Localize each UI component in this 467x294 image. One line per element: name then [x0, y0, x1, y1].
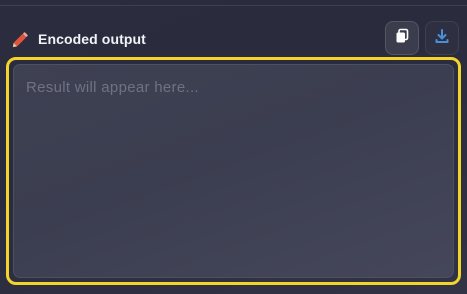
download-button[interactable]	[425, 21, 459, 55]
section-header: Encoded output	[11, 26, 146, 52]
copy-icon	[394, 28, 410, 49]
pencil-icon	[11, 29, 31, 49]
section-title: Encoded output	[38, 31, 146, 47]
top-divider	[0, 0, 467, 6]
encoded-output-area[interactable]: Result will appear here...	[13, 64, 454, 278]
copy-button[interactable]	[385, 21, 419, 55]
output-highlight-frame: Result will appear here...	[6, 57, 461, 285]
download-icon	[434, 28, 450, 49]
output-placeholder: Result will appear here...	[26, 79, 199, 96]
